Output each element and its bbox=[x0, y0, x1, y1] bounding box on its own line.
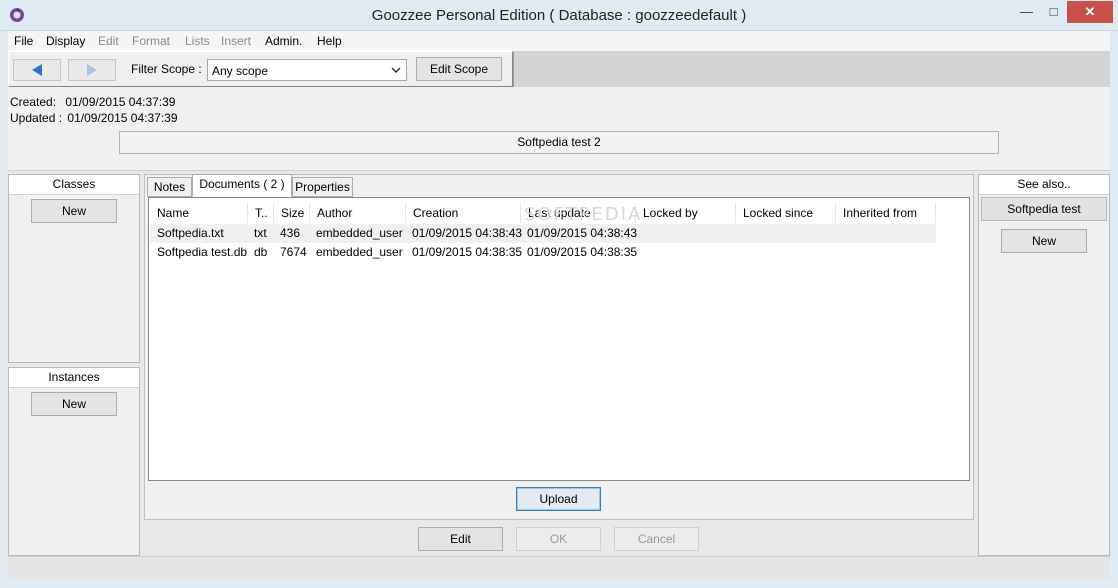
cell-last-update: 01/09/2015 04:38:35 bbox=[527, 245, 638, 259]
forward-arrow-icon bbox=[87, 64, 97, 76]
menu-insert[interactable]: Insert bbox=[221, 34, 251, 48]
see-also-item[interactable]: Softpedia test bbox=[981, 197, 1107, 221]
column-header-type[interactable]: T.. bbox=[248, 203, 274, 223]
cell-type: txt bbox=[254, 226, 267, 240]
window-frame-bottom bbox=[0, 580, 1118, 588]
chevron-down-icon bbox=[391, 67, 401, 74]
see-also-header: See also.. bbox=[979, 175, 1109, 195]
classes-header: Classes bbox=[9, 175, 139, 195]
column-header-creation[interactable]: Creation bbox=[406, 203, 521, 223]
table-row[interactable]: Softpedia.txt txt 436 embedded_user 01/0… bbox=[150, 224, 936, 243]
tab-documents[interactable]: Documents ( 2 ) bbox=[192, 174, 292, 197]
table-row[interactable]: Softpedia test.db db 7674 embedded_user … bbox=[150, 243, 936, 262]
window-frame-right bbox=[1110, 31, 1118, 588]
edit-button[interactable]: Edit bbox=[418, 527, 503, 551]
instances-header: Instances bbox=[9, 368, 139, 388]
menu-display[interactable]: Display bbox=[46, 34, 85, 48]
upload-button[interactable]: Upload bbox=[516, 487, 601, 511]
menu-help[interactable]: Help bbox=[317, 34, 342, 48]
maximize-button[interactable]: □ bbox=[1040, 1, 1067, 23]
forward-button[interactable] bbox=[68, 59, 116, 81]
menu-file[interactable]: File bbox=[14, 34, 33, 48]
toolbar: Filter Scope : Any scope Edit Scope bbox=[8, 51, 513, 87]
cell-size: 436 bbox=[280, 226, 301, 240]
filter-scope-label: Filter Scope : bbox=[131, 62, 202, 76]
cell-last-update: 01/09/2015 04:38:43 bbox=[527, 226, 638, 240]
instances-new-button[interactable]: New bbox=[31, 392, 117, 416]
menu-admin[interactable]: Admin. bbox=[265, 34, 302, 48]
classes-panel: Classes New bbox=[8, 174, 140, 363]
cell-creation: 01/09/2015 04:38:35 bbox=[412, 245, 523, 259]
updated-label: Updated : bbox=[10, 111, 63, 125]
edit-scope-button[interactable]: Edit Scope bbox=[416, 57, 502, 81]
column-header-locked-since[interactable]: Locked since bbox=[736, 203, 836, 223]
cell-author: embedded_user bbox=[316, 245, 403, 259]
instances-panel: Instances New bbox=[8, 367, 140, 556]
filter-scope-select[interactable]: Any scope bbox=[207, 59, 407, 81]
cell-type: db bbox=[254, 245, 268, 259]
cell-author: embedded_user bbox=[316, 226, 403, 240]
ok-button[interactable]: OK bbox=[516, 527, 601, 551]
menu-bar: File Display Edit Format Lists Insert Ad… bbox=[8, 31, 1110, 51]
watermark-text: SOFTPEDIA bbox=[524, 204, 643, 225]
updated-row: Updated : 01/09/2015 04:37:39 bbox=[10, 111, 178, 125]
window-frame-left bbox=[0, 31, 8, 588]
classes-new-button[interactable]: New bbox=[31, 199, 117, 223]
created-label: Created: bbox=[10, 95, 57, 109]
close-button[interactable]: ✕ bbox=[1067, 1, 1113, 23]
tab-notes[interactable]: Notes bbox=[147, 177, 192, 197]
created-value: 01/09/2015 04:37:39 bbox=[65, 95, 176, 109]
minimize-button[interactable]: — bbox=[1013, 1, 1040, 23]
cell-name: Softpedia test.db bbox=[157, 245, 248, 259]
cell-creation: 01/09/2015 04:38:43 bbox=[412, 226, 523, 240]
documents-table: Name T.. Size Author Creation Last updat… bbox=[148, 197, 970, 481]
filter-scope-value: Any scope bbox=[212, 64, 269, 78]
column-header-author[interactable]: Author bbox=[310, 203, 406, 223]
column-header-locked-by[interactable]: Locked by bbox=[636, 203, 736, 223]
cell-size: 7674 bbox=[280, 245, 307, 259]
updated-value: 01/09/2015 04:37:39 bbox=[67, 111, 178, 125]
menu-edit[interactable]: Edit bbox=[98, 34, 119, 48]
created-row: Created: 01/09/2015 04:37:39 bbox=[10, 95, 175, 109]
window-title: Goozzee Personal Edition ( Database : go… bbox=[371, 7, 747, 24]
see-also-panel: See also.. Softpedia test New bbox=[978, 174, 1110, 556]
tab-properties[interactable]: Properties bbox=[292, 177, 353, 197]
status-bar bbox=[8, 556, 1110, 580]
see-also-new-button[interactable]: New bbox=[1001, 229, 1087, 253]
back-arrow-icon bbox=[32, 64, 42, 76]
cell-name: Softpedia.txt bbox=[157, 226, 224, 240]
cancel-button[interactable]: Cancel bbox=[614, 527, 699, 551]
menu-format[interactable]: Format bbox=[132, 34, 170, 48]
column-header-size[interactable]: Size bbox=[274, 203, 310, 223]
record-title[interactable]: Softpedia test 2 bbox=[119, 131, 999, 154]
menu-lists[interactable]: Lists bbox=[185, 34, 210, 48]
column-header-name[interactable]: Name bbox=[150, 203, 248, 223]
column-header-inherited-from[interactable]: Inherited from bbox=[836, 203, 936, 223]
back-button[interactable] bbox=[13, 59, 61, 81]
